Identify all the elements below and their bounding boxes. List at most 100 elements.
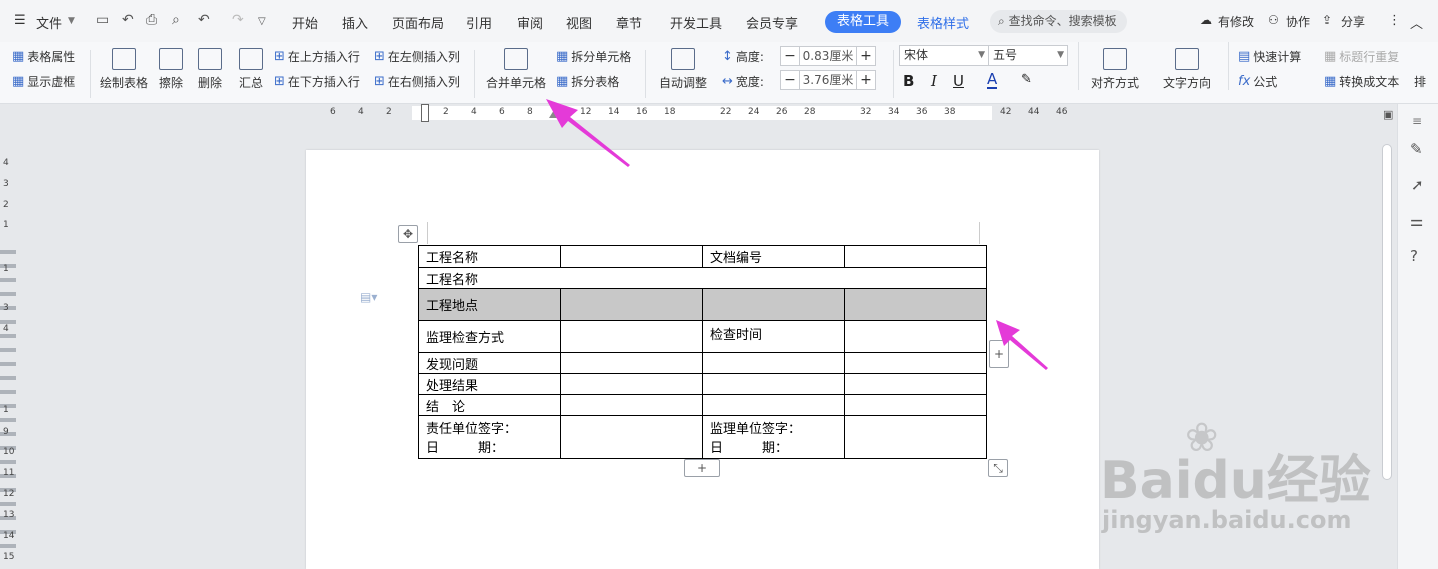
- font-size-select[interactable]: 五号 ▼: [988, 45, 1068, 66]
- font-name-select[interactable]: 宋体 ▼: [899, 45, 989, 66]
- hamburger-icon[interactable]: ☰: [14, 13, 26, 28]
- more-ribbon-button[interactable]: 排: [1414, 73, 1426, 90]
- font-color-icon[interactable]: A: [987, 72, 998, 89]
- save-icon[interactable]: ▭: [96, 12, 109, 28]
- table-cell[interactable]: [560, 320, 703, 353]
- chevron-down-icon[interactable]: ▼: [68, 16, 75, 26]
- width-value[interactable]: 3.76厘米: [799, 71, 857, 89]
- decrease-width-button[interactable]: −: [781, 71, 799, 89]
- print-icon[interactable]: ⎙: [146, 12, 157, 28]
- indent-marker[interactable]: [421, 104, 429, 122]
- tab-table-style[interactable]: 表格样式: [917, 13, 969, 32]
- resize-table-icon[interactable]: ⤡: [988, 459, 1008, 477]
- height-stepper[interactable]: − 0.83厘米 +: [780, 46, 876, 66]
- tab-developer[interactable]: 开发工具: [670, 13, 722, 32]
- settings-sliders-icon[interactable]: ⚌: [1410, 212, 1423, 230]
- pen-icon[interactable]: ✎: [1410, 140, 1423, 158]
- tab-start[interactable]: 开始: [292, 13, 318, 32]
- table-cell[interactable]: 监理单位签字： 日 期：: [702, 415, 845, 459]
- more-menu-icon[interactable]: ⋮: [1388, 13, 1401, 28]
- quick-calc-button[interactable]: ▤ 快速计算: [1238, 48, 1301, 65]
- print-preview-icon[interactable]: ⌕: [172, 12, 180, 28]
- align-button[interactable]: 对齐方式: [1086, 48, 1144, 91]
- table-cell[interactable]: [844, 352, 987, 374]
- table-cell[interactable]: [702, 352, 845, 374]
- collab-button[interactable]: 协作: [1286, 13, 1310, 30]
- collapse-ribbon-icon[interactable]: ︿: [1410, 13, 1423, 32]
- table-cell[interactable]: [844, 245, 987, 268]
- add-row-icon[interactable]: +: [684, 459, 720, 477]
- table-cell[interactable]: [560, 288, 703, 321]
- italic-icon[interactable]: I: [931, 72, 937, 90]
- table-cell[interactable]: [844, 373, 987, 395]
- tab-chapter[interactable]: 章节: [616, 13, 642, 32]
- split-cells-button[interactable]: ▦ 拆分单元格: [556, 48, 631, 65]
- convert-to-text-button[interactable]: ▦ 转换成文本: [1324, 73, 1399, 90]
- highlight-icon[interactable]: ✎: [1021, 72, 1032, 87]
- increase-height-button[interactable]: +: [857, 47, 875, 65]
- table-cell[interactable]: [844, 288, 987, 321]
- table-cell[interactable]: [844, 394, 987, 416]
- move-table-icon[interactable]: ✥: [398, 225, 418, 243]
- table-cell[interactable]: [702, 373, 845, 395]
- add-column-icon[interactable]: +: [989, 340, 1009, 368]
- erase-button[interactable]: 擦除: [156, 48, 186, 91]
- bold-icon[interactable]: B: [903, 72, 914, 90]
- panel-toggle-icon[interactable]: ▣: [1383, 108, 1393, 121]
- tab-page-layout[interactable]: 页面布局: [392, 13, 444, 32]
- vertical-ruler[interactable]: 4 3 2 1 1 3 4 1 9 10 11 12 13 14 15: [0, 122, 16, 569]
- paragraph-icon[interactable]: ▤▾: [360, 290, 377, 304]
- text-direction-button[interactable]: 文字方向: [1158, 48, 1216, 91]
- split-table-button[interactable]: ▦ 拆分表格: [556, 73, 619, 90]
- table-cell[interactable]: 监理检查方式: [418, 320, 561, 353]
- draw-table-button[interactable]: 绘制表格: [99, 48, 149, 91]
- undo-history-icon[interactable]: ↶: [122, 12, 134, 28]
- formula-button[interactable]: fx 公式: [1238, 73, 1277, 90]
- table-cell[interactable]: 处理结果: [418, 373, 561, 395]
- insert-row-below-button[interactable]: ⊞ 在下方插入行: [274, 73, 360, 90]
- header-repeat-button[interactable]: ▦ 标题行重复: [1324, 48, 1399, 65]
- table-cell[interactable]: 工程名称: [418, 245, 561, 268]
- table-cell[interactable]: [560, 394, 703, 416]
- table-cell[interactable]: [844, 415, 987, 459]
- increase-width-button[interactable]: +: [857, 71, 875, 89]
- tab-insert[interactable]: 插入: [342, 13, 368, 32]
- insert-col-left-button[interactable]: ⊞ 在左侧插入列: [374, 48, 460, 65]
- auto-adjust-button[interactable]: 自动调整: [654, 48, 712, 91]
- table-cell[interactable]: [560, 352, 703, 374]
- table-cell[interactable]: [702, 394, 845, 416]
- tab-references[interactable]: 引用: [466, 13, 492, 32]
- redo-icon[interactable]: ↷: [232, 12, 244, 28]
- customize-icon[interactable]: ▽: [258, 16, 266, 27]
- merge-cells-button[interactable]: 合并单元格: [483, 48, 549, 91]
- show-gridlines-button[interactable]: ▦ 显示虚框: [12, 73, 75, 90]
- help-icon[interactable]: ?: [1410, 247, 1418, 265]
- file-menu[interactable]: 文件: [36, 13, 62, 32]
- tab-review[interactable]: 审阅: [517, 13, 543, 32]
- tab-view[interactable]: 视图: [566, 13, 592, 32]
- undo-icon[interactable]: ↶: [198, 12, 210, 28]
- width-stepper[interactable]: − 3.76厘米 +: [780, 70, 876, 90]
- modified-status[interactable]: 有修改: [1218, 13, 1254, 30]
- table-cell[interactable]: [560, 245, 703, 268]
- height-value[interactable]: 0.83厘米: [799, 47, 857, 65]
- horizontal-ruler[interactable]: 6 4 2 2 4 6 8 12 14 16 18 22 24 26 28 32…: [0, 104, 1438, 122]
- tab-member[interactable]: 会员专享: [746, 13, 798, 32]
- decrease-height-button[interactable]: −: [781, 47, 799, 65]
- table-cell[interactable]: 文档编号: [702, 245, 845, 268]
- table-cell[interactable]: 结 论: [418, 394, 561, 416]
- insert-col-right-button[interactable]: ⊞ 在右侧插入列: [374, 73, 460, 90]
- table-cell[interactable]: 发现问题: [418, 352, 561, 374]
- table-cell-merged[interactable]: 工程名称: [418, 267, 987, 289]
- table-cell[interactable]: 工程地点: [418, 288, 561, 321]
- share-button[interactable]: 分享: [1341, 13, 1365, 30]
- cursor-icon[interactable]: ➚: [1411, 176, 1424, 194]
- tab-table-tools[interactable]: 表格工具: [825, 11, 902, 33]
- underline-icon[interactable]: U: [953, 72, 964, 90]
- menu-icon[interactable]: ≡: [1412, 114, 1422, 128]
- table-cell[interactable]: 检查时间: [702, 320, 845, 353]
- tab-stop-marker[interactable]: [549, 110, 559, 118]
- vertical-scrollbar[interactable]: [1382, 144, 1392, 480]
- insert-row-above-button[interactable]: ⊞ 在上方插入行: [274, 48, 360, 65]
- search-box[interactable]: ⌕ 查找命令、搜索模板: [990, 10, 1127, 33]
